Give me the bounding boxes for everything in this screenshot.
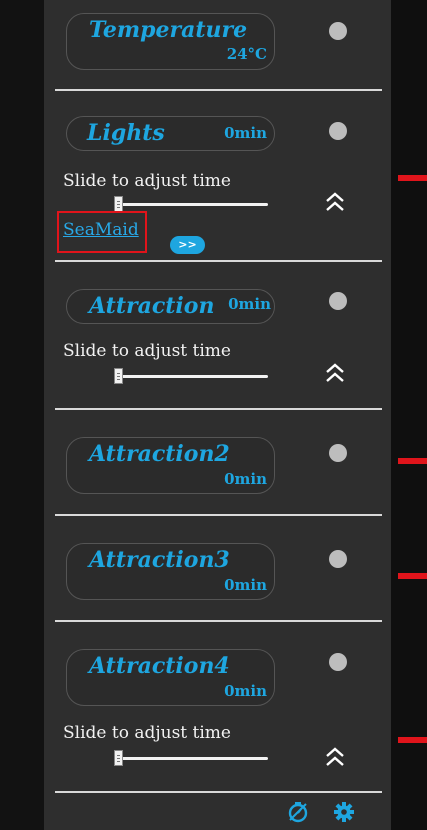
chevron-double-up-icon[interactable]: [324, 191, 346, 213]
red-marker: [398, 573, 427, 579]
attraction-slider-label: Slide to adjust time: [63, 341, 231, 361]
attraction-slider-track[interactable]: [114, 375, 268, 378]
attraction4-slider-thumb[interactable]: [114, 750, 123, 766]
attraction4-slider-track[interactable]: [114, 757, 268, 760]
attraction-slider-thumb[interactable]: [114, 368, 123, 384]
divider: [55, 791, 382, 793]
attraction4-title: Attraction4: [89, 653, 230, 679]
divider: [55, 408, 382, 410]
temperature-title: Temperature: [89, 17, 248, 43]
attraction2-title: Attraction2: [89, 441, 230, 467]
attraction-value: 0min: [228, 295, 271, 313]
red-marker: [398, 175, 427, 181]
divider: [55, 89, 382, 91]
attraction4-status-dot[interactable]: [329, 653, 347, 671]
attraction2-card[interactable]: Attraction2 0min: [66, 437, 275, 494]
left-gutter: [0, 0, 44, 830]
attraction-title: Attraction: [89, 293, 215, 319]
temperature-value: 24°C: [226, 45, 267, 63]
lights-value: 0min: [224, 124, 267, 142]
lights-slider-label: Slide to adjust time: [63, 171, 231, 191]
temperature-status-dot[interactable]: [329, 22, 347, 40]
attraction4-value: 0min: [224, 682, 267, 700]
go-button[interactable]: >>: [170, 236, 205, 254]
lights-slider-thumb[interactable]: [114, 196, 123, 212]
attraction3-title: Attraction3: [89, 547, 230, 573]
attraction3-card[interactable]: Attraction3 0min: [66, 543, 275, 600]
lights-title: Lights: [87, 120, 165, 146]
chevron-double-up-icon[interactable]: [324, 746, 346, 768]
attraction3-value: 0min: [224, 576, 267, 594]
red-marker: [398, 737, 427, 743]
attraction2-value: 0min: [224, 470, 267, 488]
attraction4-card[interactable]: Attraction4 0min: [66, 649, 275, 706]
divider: [55, 514, 382, 516]
lights-slider-track[interactable]: [114, 203, 268, 206]
seamaid-link[interactable]: SeaMaid: [63, 220, 139, 240]
gear-icon[interactable]: [333, 801, 355, 823]
red-marker: [398, 458, 427, 464]
temperature-card[interactable]: Temperature 24°C: [66, 13, 275, 70]
attraction4-slider-label: Slide to adjust time: [63, 723, 231, 743]
timer-off-icon[interactable]: [287, 801, 309, 823]
attraction3-status-dot[interactable]: [329, 550, 347, 568]
lights-status-dot[interactable]: [329, 122, 347, 140]
attraction-card[interactable]: Attraction 0min: [66, 289, 275, 324]
lights-card[interactable]: Lights 0min: [66, 116, 275, 151]
attraction-status-dot[interactable]: [329, 292, 347, 310]
chevron-double-up-icon[interactable]: [324, 362, 346, 384]
divider: [55, 260, 382, 262]
right-gutter: [391, 0, 427, 830]
attraction2-status-dot[interactable]: [329, 444, 347, 462]
divider: [55, 620, 382, 622]
